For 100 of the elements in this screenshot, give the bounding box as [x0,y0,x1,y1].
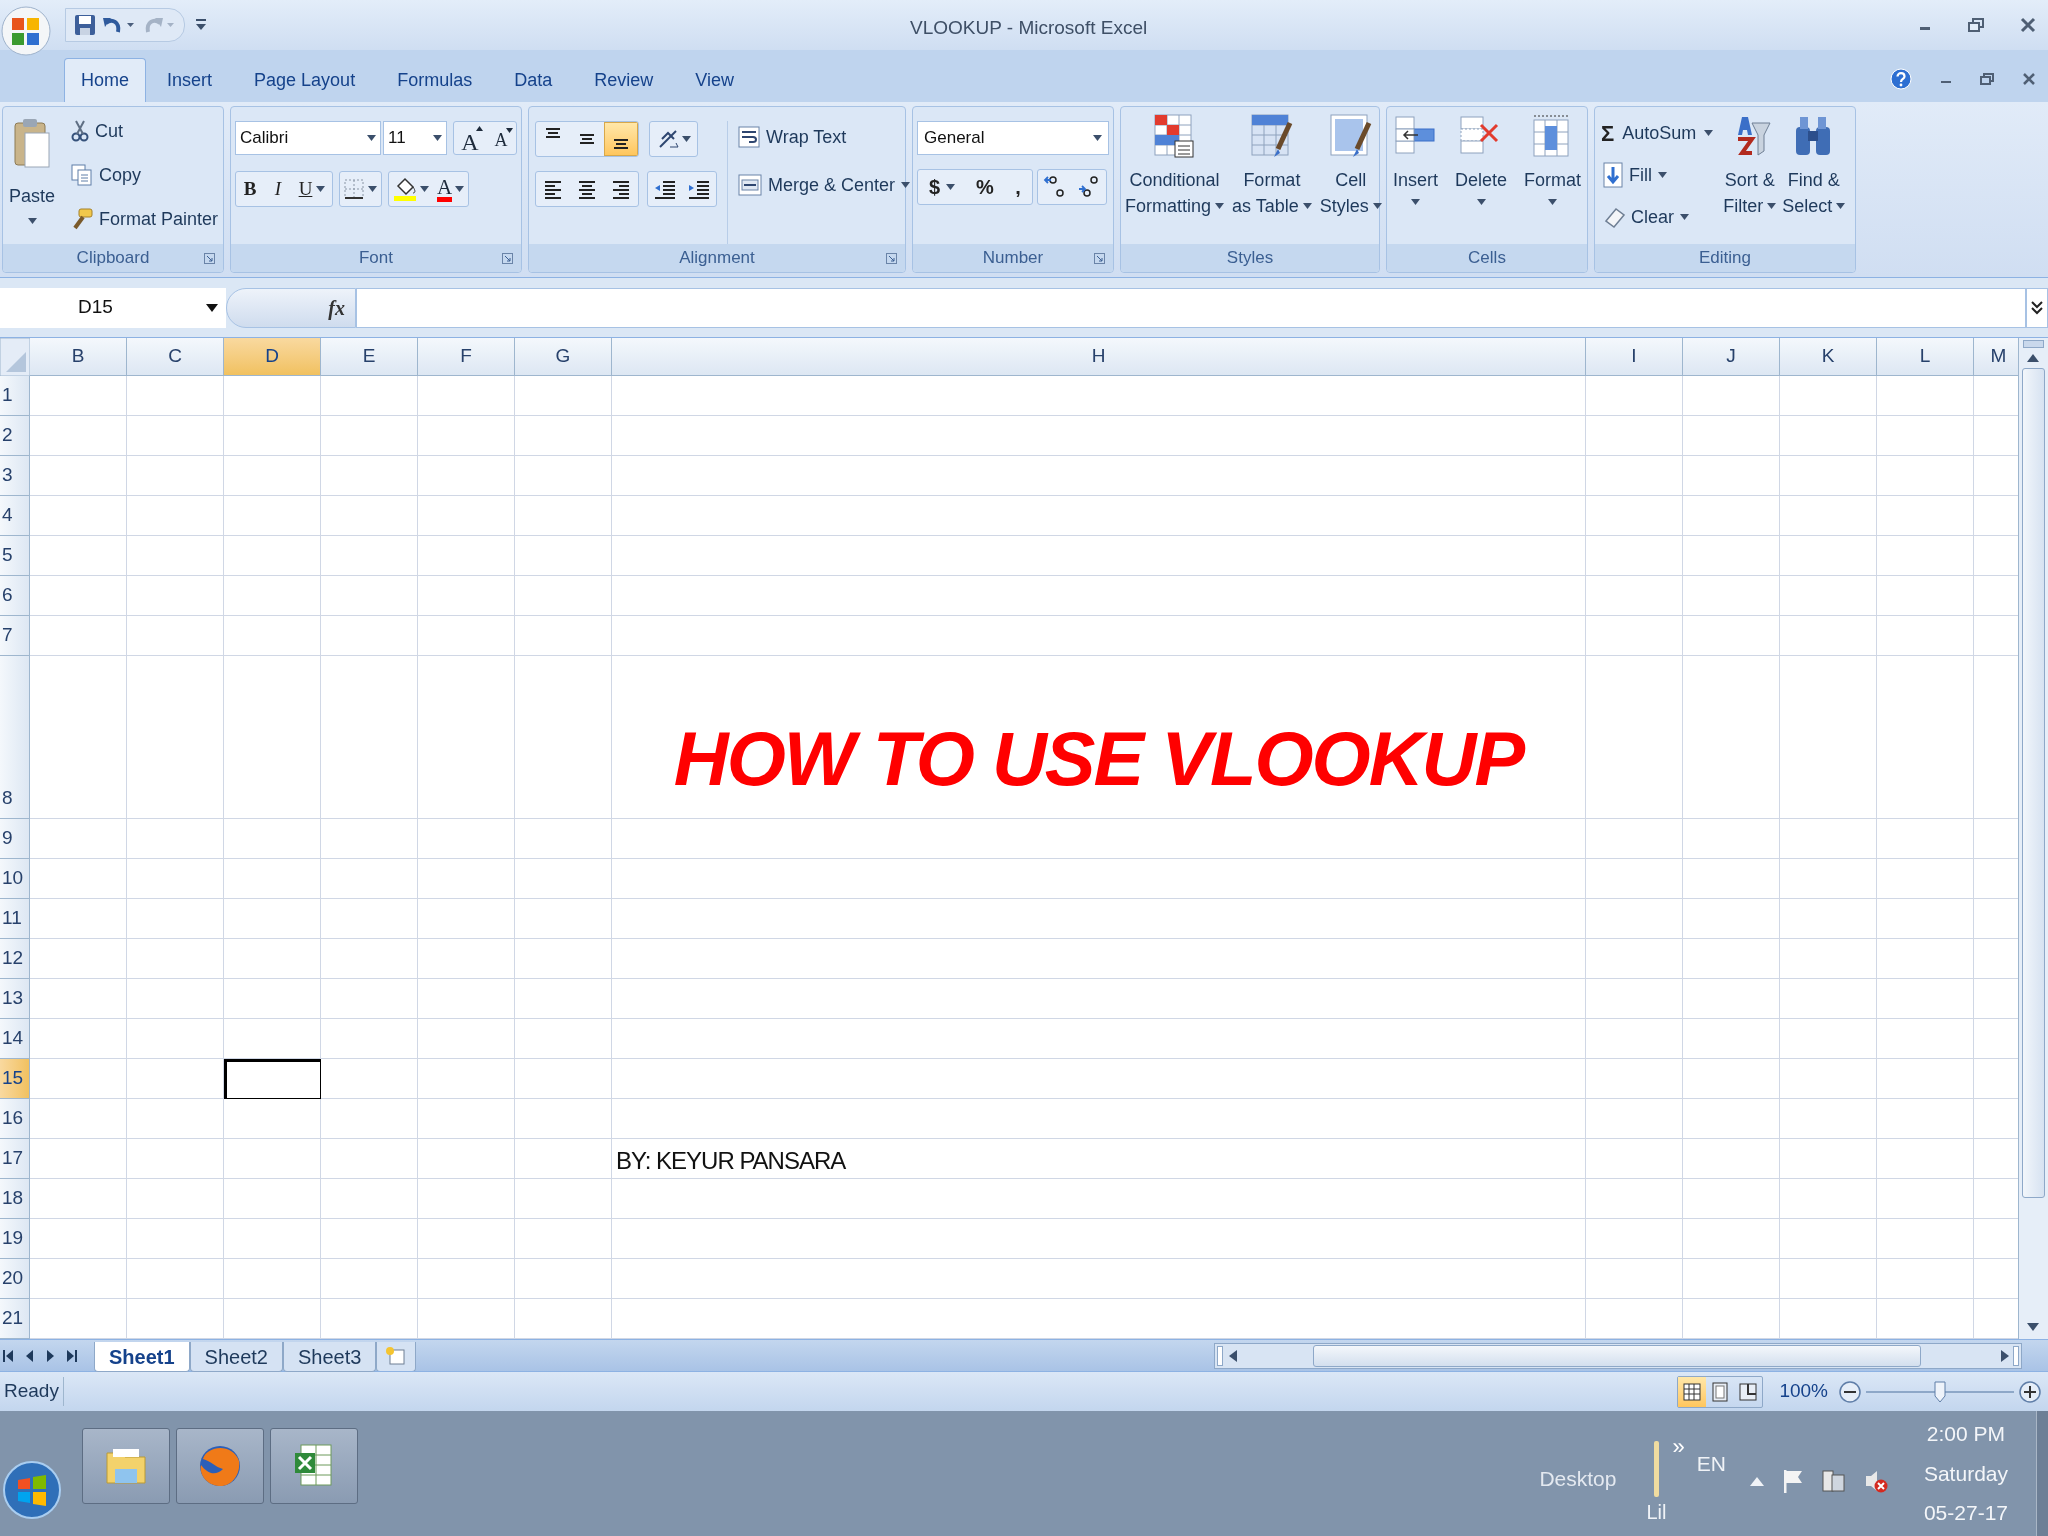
vertical-align-bottom-button[interactable] [604,122,638,156]
first-sheet-icon[interactable] [2,1347,15,1364]
table-cell[interactable] [515,456,612,496]
table-cell[interactable] [1683,456,1780,496]
row-header[interactable]: 13 [0,979,30,1019]
currency-button[interactable]: $ [918,170,966,204]
slider-thumb[interactable] [1934,1380,1946,1403]
table-cell[interactable] [30,939,127,979]
column-header[interactable]: L [1877,338,1974,376]
table-cell[interactable] [224,1179,321,1219]
table-cell[interactable] [612,576,1586,616]
table-cell[interactable] [224,1019,321,1059]
table-cell[interactable] [321,979,418,1019]
column-header[interactable]: D [224,338,321,376]
table-cell[interactable] [418,1219,515,1259]
table-cell[interactable] [224,1259,321,1299]
column-header[interactable]: H [612,338,1586,376]
table-cell[interactable] [1877,1019,1974,1059]
table-cell[interactable] [30,616,127,656]
scroll-thumb[interactable] [2022,368,2045,1198]
column-header[interactable]: I [1586,338,1683,376]
table-cell[interactable] [1877,859,1974,899]
table-cell[interactable] [1877,819,1974,859]
table-cell[interactable] [30,1099,127,1139]
row-header[interactable]: 18 [0,1179,30,1219]
flag-icon[interactable] [1781,1467,1804,1494]
active-cell[interactable] [224,1059,321,1099]
table-cell[interactable] [515,819,612,859]
table-cell[interactable] [418,616,515,656]
table-cell[interactable] [1683,819,1780,859]
table-cell[interactable] [1586,456,1683,496]
table-cell[interactable] [1780,616,1877,656]
table-cell[interactable] [1586,859,1683,899]
table-cell[interactable] [321,576,418,616]
dialog-launcher-icon[interactable] [204,253,215,264]
table-cell[interactable] [1877,1219,1974,1259]
table-cell[interactable] [612,859,1586,899]
fill-button[interactable]: Fill [1601,159,1714,191]
table-cell[interactable] [1877,1179,1974,1219]
table-cell[interactable] [1586,376,1683,416]
caret-icon[interactable] [946,184,956,190]
ribbon-tab[interactable]: View [674,58,755,102]
ribbon-tab[interactable]: Data [493,58,574,102]
table-cell[interactable] [127,536,224,576]
table-cell[interactable] [418,1179,515,1219]
table-cell[interactable] [321,1259,418,1299]
table-cell[interactable] [1683,1259,1780,1299]
table-cell[interactable] [418,416,515,456]
table-cell[interactable] [1780,576,1877,616]
table-cell[interactable] [1780,1259,1877,1299]
table-cell[interactable] [321,1099,418,1139]
ribbon-tab[interactable]: Review [573,58,675,102]
table-cell[interactable] [418,979,515,1019]
row-header[interactable]: 16 [0,1099,30,1139]
table-cell[interactable] [1586,1139,1683,1179]
row-header[interactable]: 9 [0,819,30,859]
column-header[interactable]: E [321,338,418,376]
table-cell[interactable] [612,1179,1586,1219]
table-cell[interactable] [1877,1259,1974,1299]
table-cell[interactable] [1683,1219,1780,1259]
comma-button[interactable]: , [1004,170,1032,204]
row-header[interactable]: 10 [0,859,30,899]
table-cell[interactable] [224,859,321,899]
table-cell[interactable] [515,416,612,456]
table-cell[interactable] [418,1139,515,1179]
table-cell[interactable] [515,656,612,819]
table-cell[interactable] [1780,1099,1877,1139]
table-cell[interactable] [224,899,321,939]
find-select-button[interactable]: Find & Select [1782,113,1846,244]
table-cell[interactable] [1683,416,1780,456]
table-cell[interactable] [1780,656,1877,819]
table-cell[interactable] [515,536,612,576]
table-cell[interactable] [1683,656,1780,819]
table-cell[interactable] [1683,859,1780,899]
italic-button[interactable]: I [264,172,292,206]
table-cell[interactable] [612,536,1586,576]
row-header[interactable]: 17 [0,1139,30,1179]
caret-icon[interactable] [1767,203,1777,209]
table-cell[interactable] [1683,616,1780,656]
table-cell[interactable] [321,1219,418,1259]
row-header[interactable]: 12 [0,939,30,979]
table-cell[interactable] [1877,979,1974,1019]
table-cell[interactable] [1586,899,1683,939]
show-hidden-icons-icon[interactable] [1749,1475,1764,1486]
table-cell[interactable] [515,1139,612,1179]
table-cell[interactable] [1877,576,1974,616]
table-cell[interactable] [127,859,224,899]
table-cell[interactable] [1586,1099,1683,1139]
table-cell[interactable] [321,496,418,536]
table-cell[interactable] [224,616,321,656]
table-cell[interactable] [30,1059,127,1099]
table-cell[interactable] [612,819,1586,859]
show-desktop-button[interactable] [2036,1411,2048,1536]
caret-icon[interactable] [1658,172,1667,178]
caret-icon[interactable] [1704,130,1714,136]
table-cell[interactable] [1877,496,1974,536]
customize-toolbar-icon[interactable] [195,18,207,32]
table-cell[interactable] [1877,1099,1974,1139]
table-cell[interactable] [418,376,515,416]
caret-icon[interactable] [1372,203,1382,209]
